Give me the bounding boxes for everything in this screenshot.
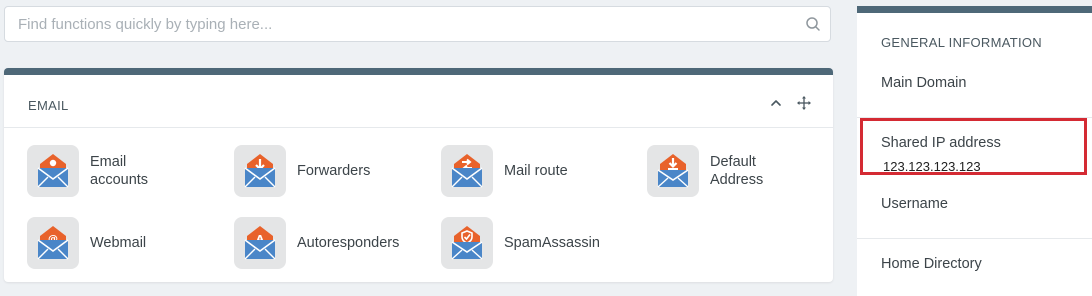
home-directory-label: Home Directory bbox=[881, 256, 982, 272]
email-accounts-icon bbox=[37, 154, 69, 188]
autoresponders-item[interactable]: A Autoresponders bbox=[234, 217, 399, 269]
label-line: Webmail bbox=[90, 235, 147, 251]
default-address-label: Default Address bbox=[710, 153, 763, 189]
default-address-item[interactable]: Default Address bbox=[647, 145, 763, 197]
forwarders-label: Forwarders bbox=[297, 162, 370, 180]
email-accounts-label: Email accounts bbox=[90, 153, 148, 189]
default-address-tile bbox=[647, 145, 699, 197]
default-address-icon bbox=[657, 154, 689, 188]
label-line: Email bbox=[90, 154, 127, 170]
info-divider bbox=[857, 238, 1092, 239]
spamassassin-item[interactable]: SpamAssassin bbox=[441, 217, 600, 269]
label-line: SpamAssassin bbox=[504, 235, 600, 251]
function-search-box[interactable] bbox=[4, 6, 831, 42]
move-arrows-icon[interactable] bbox=[797, 96, 811, 110]
mail-route-label: Mail route bbox=[504, 162, 568, 180]
email-panel: EMAIL Email accounts Forwarders Mail rou… bbox=[4, 68, 833, 282]
webmail-tile: @ bbox=[27, 217, 79, 269]
label-line: Address bbox=[710, 172, 764, 188]
forwarders-item[interactable]: Forwarders bbox=[234, 145, 370, 197]
mail-route-tile bbox=[441, 145, 493, 197]
forwarders-icon bbox=[244, 154, 276, 188]
email-accounts-item[interactable]: Email accounts bbox=[27, 145, 148, 197]
search-input[interactable] bbox=[5, 7, 798, 41]
spamassassin-tile bbox=[441, 217, 493, 269]
general-information-title: GENERAL INFORMATION bbox=[881, 35, 1042, 50]
autoresponders-icon: A bbox=[244, 226, 276, 260]
webmail-item[interactable]: @ Webmail bbox=[27, 217, 146, 269]
username-label: Username bbox=[881, 196, 948, 212]
autoresponders-label: Autoresponders bbox=[297, 234, 399, 252]
email-panel-title: EMAIL bbox=[28, 98, 69, 113]
collapse-chevron-up-icon[interactable] bbox=[769, 96, 783, 110]
mail-route-item[interactable]: Mail route bbox=[441, 145, 568, 197]
label-line: Default bbox=[710, 154, 756, 170]
label-line: Forwarders bbox=[297, 163, 371, 179]
shared-ip-highlight-box bbox=[860, 118, 1087, 175]
webmail-label: Webmail bbox=[90, 234, 146, 252]
webmail-icon: @ bbox=[37, 226, 69, 260]
label-line: Mail route bbox=[504, 163, 568, 179]
forwarders-tile bbox=[234, 145, 286, 197]
spamassassin-label: SpamAssassin bbox=[504, 234, 600, 252]
panel-divider bbox=[4, 127, 833, 128]
main-domain-label: Main Domain bbox=[881, 75, 967, 91]
search-icon[interactable] bbox=[805, 16, 821, 32]
email-accounts-tile bbox=[27, 145, 79, 197]
label-line: accounts bbox=[90, 172, 149, 188]
spamassassin-icon bbox=[451, 226, 483, 260]
autoresponders-tile: A bbox=[234, 217, 286, 269]
mail-route-icon bbox=[451, 154, 483, 188]
label-line: Autoresponders bbox=[297, 235, 400, 251]
